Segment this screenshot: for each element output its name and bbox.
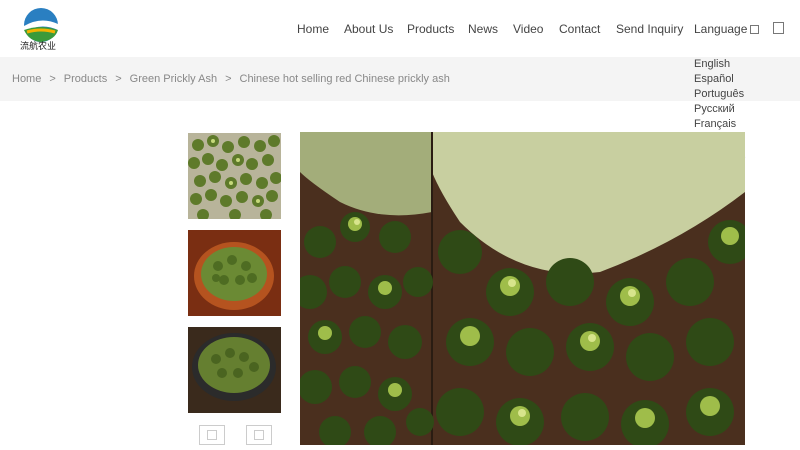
nav-send-inquiry[interactable]: Send Inquiry <box>616 22 683 36</box>
nav-video[interactable]: Video <box>513 22 543 36</box>
nav-contact[interactable]: Contact <box>559 22 600 36</box>
thumbnail-image <box>188 230 281 316</box>
breadcrumb-home[interactable]: Home <box>12 73 41 85</box>
gallery-prev-button[interactable] <box>199 425 225 445</box>
site-header: 流航农业 Home About Us Products News Video C… <box>0 0 800 56</box>
breadcrumb: Home > Products > Green Prickly Ash > Chinese … <box>12 73 450 85</box>
breadcrumb-green-prickly-ash[interactable]: Green Prickly Ash <box>130 73 217 85</box>
gallery-thumbnail[interactable] <box>188 327 281 413</box>
breadcrumb-products[interactable]: Products <box>64 73 107 85</box>
main-product-image[interactable] <box>300 132 745 445</box>
nav-about-us[interactable]: About Us <box>344 22 393 36</box>
product-photo <box>300 132 745 445</box>
thumbnail-image <box>188 327 281 413</box>
language-option-portugues[interactable]: Português <box>694 87 744 102</box>
gallery-thumbnail[interactable] <box>188 230 281 316</box>
nav-language[interactable]: Language <box>694 22 760 36</box>
thumbnail-image <box>188 133 281 219</box>
language-option-russian[interactable]: Русский <box>694 102 744 117</box>
logo-text: 流航农业 <box>20 42 57 52</box>
breadcrumb-separator: > <box>225 73 232 85</box>
gallery-next-button[interactable] <box>246 425 272 445</box>
breadcrumb-separator: > <box>49 73 56 85</box>
globe-icon <box>750 25 760 35</box>
language-dropdown: English Español Português Русский França… <box>694 57 744 132</box>
breadcrumb-separator: > <box>115 73 122 85</box>
language-option-english[interactable]: English <box>694 57 744 72</box>
nav-language-label: Language <box>694 22 748 36</box>
chevron-right-icon <box>254 430 264 440</box>
nav-news[interactable]: News <box>468 22 498 36</box>
nav-home[interactable]: Home <box>297 22 329 36</box>
language-option-espanol[interactable]: Español <box>694 72 744 87</box>
language-option-francais[interactable]: Français <box>694 117 744 132</box>
nav-products[interactable]: Products <box>407 22 454 36</box>
breadcrumb-current: Chinese hot selling red Chinese prickly … <box>239 73 450 85</box>
menu-icon[interactable] <box>773 22 784 34</box>
chevron-left-icon <box>207 430 217 440</box>
gallery-thumbnail[interactable] <box>188 133 281 219</box>
